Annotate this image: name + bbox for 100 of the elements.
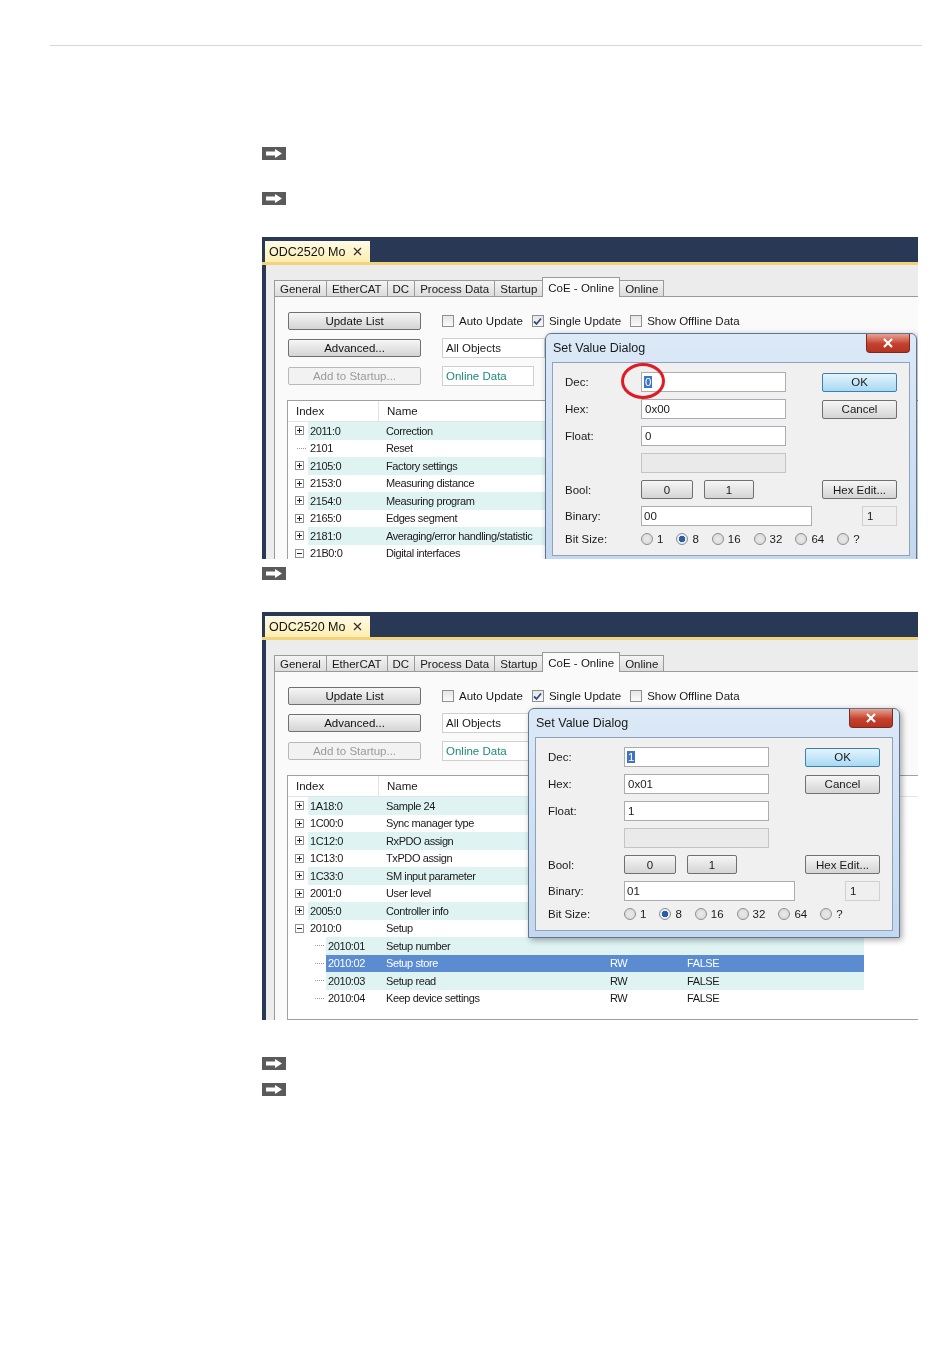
checkbox[interactable] <box>630 315 643 327</box>
bool-button[interactable]: 0 <box>641 480 693 499</box>
dialog-button[interactable]: OK <box>805 747 880 767</box>
count-field: 1 <box>845 881 880 901</box>
tab[interactable]: Process Data <box>414 280 496 297</box>
text-field[interactable]: 01 <box>624 881 795 901</box>
tab[interactable]: Startup <box>494 655 544 672</box>
close-icon[interactable] <box>353 622 363 631</box>
collapse-icon[interactable] <box>295 548 304 558</box>
checkbox[interactable] <box>442 690 454 702</box>
toolbar-button[interactable]: Advanced... <box>288 339 421 357</box>
expand-icon[interactable] <box>295 888 304 898</box>
expand-icon[interactable] <box>295 906 304 916</box>
tab[interactable]: EtherCAT <box>325 280 388 297</box>
checkbox-label: Single Update <box>548 690 622 702</box>
text-field[interactable]: 0x01 <box>624 774 769 794</box>
radio-label: ? <box>853 533 860 545</box>
tab[interactable]: General <box>274 280 327 297</box>
tab[interactable]: Online <box>619 280 665 297</box>
tab[interactable]: CoE - Online <box>542 277 621 297</box>
radio-label: 1 <box>657 533 664 545</box>
radio-button[interactable] <box>736 908 749 920</box>
bool-button[interactable]: 1 <box>704 480 754 499</box>
toolbar-button[interactable]: Update List <box>288 687 421 705</box>
close-button[interactable] <box>849 709 893 728</box>
field-label: Dec: <box>548 751 573 763</box>
expand-icon[interactable] <box>295 513 304 523</box>
tab[interactable]: EtherCAT <box>325 655 388 672</box>
radio-button[interactable] <box>676 533 689 545</box>
dialog-button[interactable]: Hex Edit... <box>822 480 897 499</box>
expand-icon[interactable] <box>295 531 304 541</box>
dialog-button[interactable]: OK <box>822 372 897 392</box>
radio-button[interactable] <box>659 908 672 920</box>
tab[interactable]: Process Data <box>414 655 496 672</box>
checkbox[interactable] <box>442 315 454 327</box>
radio-label: 8 <box>675 908 682 920</box>
tree-connector <box>315 962 324 964</box>
tab[interactable]: CoE - Online <box>542 652 621 672</box>
radio-button[interactable] <box>753 533 766 545</box>
tree-connector <box>315 980 324 982</box>
field-label: Bit Size: <box>548 908 592 920</box>
expand-icon[interactable] <box>295 853 304 863</box>
toolbar-button[interactable]: Update List <box>288 312 421 330</box>
close-button[interactable] <box>866 334 910 353</box>
dialog-button[interactable]: Cancel <box>822 399 897 419</box>
document-tab[interactable]: ODC2520 Mo <box>265 616 371 637</box>
radio-button[interactable] <box>778 908 791 920</box>
radio-label: 32 <box>752 908 766 920</box>
radio-button[interactable] <box>624 908 636 920</box>
tree-connector <box>297 447 306 449</box>
bool-button[interactable]: 0 <box>624 855 676 874</box>
tab[interactable]: Online <box>619 655 665 672</box>
checkbox-label: Show Offline Data <box>647 690 740 702</box>
toolbar-button[interactable]: Advanced... <box>288 714 421 732</box>
checkbox[interactable] <box>630 690 643 702</box>
data-source-field: Online Data <box>442 366 534 386</box>
dialog-button[interactable]: Cancel <box>805 774 880 794</box>
tab[interactable]: Startup <box>494 280 544 297</box>
radio-button[interactable] <box>641 533 653 545</box>
dialog-title: Set Value Dialog <box>552 341 646 355</box>
table-row[interactable]: 2010:01 Setup number <box>326 937 864 955</box>
filter-dropdown[interactable]: All Objects <box>442 338 545 358</box>
checkbox-label: Single Update <box>548 315 622 327</box>
expand-icon[interactable] <box>295 818 304 828</box>
expand-icon[interactable] <box>295 871 304 881</box>
tab[interactable]: General <box>274 655 327 672</box>
radio-button[interactable] <box>795 533 808 545</box>
text-field[interactable]: 00 <box>641 506 812 526</box>
expand-icon[interactable] <box>295 461 304 471</box>
close-icon[interactable] <box>353 247 363 256</box>
table-row[interactable]: 2010:03 Setup read RW FALSE <box>326 972 864 990</box>
text-field[interactable]: 1 <box>624 747 769 767</box>
radio-button[interactable] <box>711 533 724 545</box>
radio-label: 16 <box>710 908 724 920</box>
dialog-button[interactable]: Hex Edit... <box>805 855 880 874</box>
column-header[interactable]: Index <box>288 776 379 796</box>
expand-icon[interactable] <box>295 478 304 488</box>
column-header[interactable]: Index <box>288 401 379 421</box>
bool-button[interactable]: 1 <box>687 855 737 874</box>
text-field[interactable]: 1 <box>624 801 769 821</box>
expand-icon[interactable] <box>295 836 304 846</box>
radio-button[interactable] <box>837 533 850 545</box>
table-row[interactable]: 2010:04 Keep device settings RW FALSE <box>326 989 864 1007</box>
radio-button[interactable] <box>820 908 833 920</box>
checkbox[interactable] <box>531 690 544 702</box>
field-label: Float: <box>565 430 595 442</box>
expand-icon[interactable] <box>295 801 304 811</box>
radio-button[interactable] <box>694 908 707 920</box>
text-field[interactable]: 0 <box>641 426 786 446</box>
text-field[interactable]: 0 <box>641 372 786 392</box>
expand-icon[interactable] <box>295 426 304 436</box>
expand-icon[interactable] <box>295 496 304 506</box>
field-label: Bool: <box>565 483 593 496</box>
checkbox[interactable] <box>531 315 544 327</box>
radio-label: 32 <box>769 533 783 545</box>
field-label: Binary: <box>565 510 602 522</box>
text-field[interactable]: 0x00 <box>641 399 786 419</box>
collapse-icon[interactable] <box>295 923 304 933</box>
radio-label: 1 <box>640 908 647 920</box>
document-tab[interactable]: ODC2520 Mo <box>265 241 371 262</box>
